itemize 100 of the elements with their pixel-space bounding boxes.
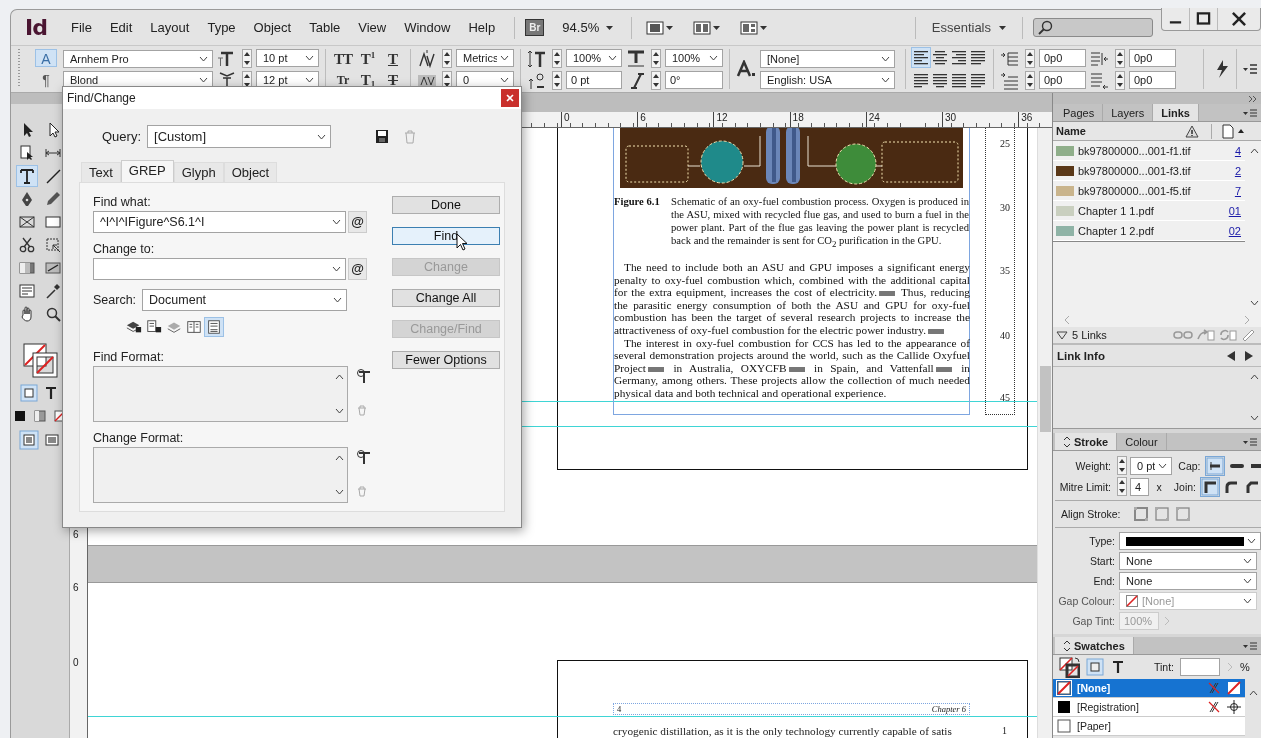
ruler-label: 6 (73, 529, 79, 540)
field-label: Tint: (1154, 661, 1175, 673)
workspace-dropdown[interactable]: Essentials (931, 20, 1006, 35)
swatch-row[interactable]: [Paper] (1053, 717, 1245, 736)
language-dropdown[interactable]: English: USA (760, 70, 895, 89)
field-label: Gap Tint: (1071, 615, 1115, 627)
page-link[interactable]: 7 (1219, 184, 1245, 197)
page-link[interactable]: 4 (1219, 144, 1245, 157)
type-style-button[interactable]: T (382, 49, 404, 68)
mode-button[interactable]: A (35, 49, 57, 67)
type-style-button[interactable]: Tr (332, 70, 354, 89)
ruler-label: 12 (713, 112, 728, 127)
field-label: Weight: (1074, 459, 1112, 472)
field-label: Query: (102, 129, 141, 144)
end-dropdown[interactable]: None (1119, 572, 1257, 590)
character-style-dropdown[interactable]: [None] (760, 49, 895, 68)
unit-label: % (1240, 661, 1250, 673)
menu-item[interactable]: View (349, 20, 396, 35)
menu-item[interactable]: Table (300, 20, 350, 35)
dialog-button[interactable]: Done (392, 196, 500, 214)
indent-field[interactable]: 0p0 (1129, 71, 1176, 89)
line-number: 35 (1000, 265, 1010, 276)
body-text-line: cryogenic distillation, as it is the only technology currently capable of satis (613, 725, 952, 737)
font-family-dropdown[interactable]: Arnhem Pro (63, 49, 213, 68)
dialog-tab[interactable]: GREP (120, 160, 174, 182)
find-what-field[interactable]: ^I^I^IFigure^S6.1^I (93, 211, 346, 233)
horizontal-scale-dropdown[interactable]: 100% (665, 49, 723, 67)
vertical-scale-dropdown[interactable]: 100% (566, 49, 622, 67)
swatch-row[interactable]: [None] (1053, 679, 1245, 698)
panel-tab[interactable]: Stroke (1055, 433, 1118, 450)
search-scope-dropdown[interactable]: Document (142, 289, 348, 311)
dialog-button[interactable]: Find (392, 227, 500, 245)
ruler-label: 6 (73, 582, 79, 593)
field-label: Cap: (1178, 459, 1201, 472)
body-paragraph: The interest in oxy-fuel combustion for CCS has led to the appearance of several demonstration projects around the world, such as the Callide Oxyfuel Project in Australia, OXYCFB in Spain, and Vattenfall in Germany, among others. These projects allow the collection of much needed physical data and both technical and operational experience. (614, 336, 970, 400)
line-number: 25 (1000, 138, 1010, 149)
field-label: Find Format: (93, 350, 165, 364)
skew-field[interactable]: 0° (665, 71, 723, 89)
running-head: Chapter 6 (931, 704, 966, 714)
mode-button[interactable]: ¶ (35, 71, 57, 89)
panel-tab[interactable]: Links (1153, 104, 1199, 121)
column-header[interactable]: Name (1053, 125, 1185, 137)
page-link[interactable]: 2 (1219, 164, 1245, 177)
field-label: Start: (1088, 555, 1115, 567)
dialog-tab[interactable]: Glyph (173, 162, 224, 182)
panel-tab[interactable]: Pages (1055, 104, 1104, 121)
menu-item[interactable]: File (62, 20, 101, 35)
menu-item[interactable]: Layout (141, 20, 199, 35)
ruler-label: 6 (637, 112, 646, 127)
dialog-tab[interactable]: Object (223, 162, 278, 182)
type-style-button[interactable]: T (382, 70, 404, 89)
link-row[interactable]: Chapter 1 1.pdf 01 (1053, 201, 1245, 221)
panel-tab[interactable]: Swatches (1055, 637, 1134, 654)
panel-tab[interactable]: Colour (1117, 433, 1167, 450)
dialog-tab[interactable]: Text (81, 162, 121, 182)
ruler-label: 0 (561, 112, 570, 127)
swatch-row[interactable]: [Registration] (1053, 698, 1245, 717)
field-label: Type: (1088, 535, 1115, 547)
field-label: End: (1092, 575, 1115, 587)
type-style-button[interactable]: TT (332, 49, 354, 68)
dialog-button[interactable]: Change All (392, 289, 500, 307)
field-label: Change to: (93, 242, 156, 256)
field-label: Find what: (93, 195, 152, 209)
indent-field[interactable]: 0p0 (1129, 49, 1176, 67)
menu-item[interactable]: Help (459, 20, 505, 35)
indent-field[interactable]: 0p0 (1039, 71, 1086, 89)
menu-item[interactable]: Object (244, 20, 301, 35)
special-characters-button[interactable]: @ (348, 211, 367, 233)
line-number: 45 (1000, 392, 1010, 403)
dialog-title: Find/Change (67, 91, 136, 105)
menu-item[interactable]: Window (395, 20, 460, 35)
indent-field[interactable]: 0p0 (1039, 49, 1086, 67)
link-row[interactable]: bk97800000...001-f1.tif 4 (1053, 141, 1245, 161)
zoom-dropdown[interactable]: 94.5% (562, 20, 614, 35)
menu-item[interactable]: Type (198, 20, 245, 35)
ruler-label: 18 (789, 112, 804, 127)
page-link[interactable]: 01 (1219, 204, 1245, 217)
links-count: 5 Links (1072, 329, 1107, 341)
mitre-limit-field[interactable]: 4 (1130, 477, 1149, 496)
font-size-dropdown[interactable]: 10 pt (256, 49, 319, 67)
link-row[interactable]: bk97800000...001-f3.tif 2 (1053, 161, 1245, 181)
line-number: 30 (1000, 202, 1010, 213)
menu-item[interactable]: Edit (100, 20, 142, 35)
figure-caption: Schematic of an oxy-fuel combustion process. Oxygen is produced in the ASU, mixed with recycled flue gas, and used to burn a fuel in the power plant. Part of the flue gas leaving the power plant is recycled back and the remainder is sent for CO$_{2}$ purification in the GPU. (671, 195, 969, 252)
link-row[interactable]: Chapter 1 2.pdf 02 (1053, 221, 1245, 241)
weight-dropdown[interactable]: 0 pt (1130, 456, 1173, 475)
start-dropdown[interactable]: None (1119, 552, 1257, 570)
bridge-button[interactable]: Br (525, 19, 545, 36)
body-paragraph: The need to include both an ASU and GPU imposes a significant energy penalty to oxy-fuel combustion which, combined with the additional capital for the extra equipment, increases the cost of electricity. Thus, reducing the parasitic energy consumption of both the ASU and GPU for oxy-fuel combustion has been the target of several research projects to increase the attractiveness of oxy-fuel combustion for the electric power industry. (614, 261, 970, 337)
query-dropdown[interactable]: [Custom] (147, 125, 331, 148)
dialog-button[interactable]: Fewer Options (392, 351, 500, 369)
field-label: Change Format: (93, 431, 185, 445)
type-style-button[interactable]: T$^{1}$ (357, 49, 379, 68)
baseline-shift-field[interactable]: 0 pt (566, 71, 622, 89)
link-row[interactable]: bk97800000...001-f5.tif 7 (1053, 181, 1245, 201)
page-number: 4 (617, 704, 622, 714)
page-link[interactable]: 02 (1219, 224, 1245, 237)
field-label: Mitre Limit: (1058, 480, 1112, 493)
special-characters-button[interactable]: @ (348, 258, 367, 280)
unit-label: x (1156, 480, 1162, 493)
